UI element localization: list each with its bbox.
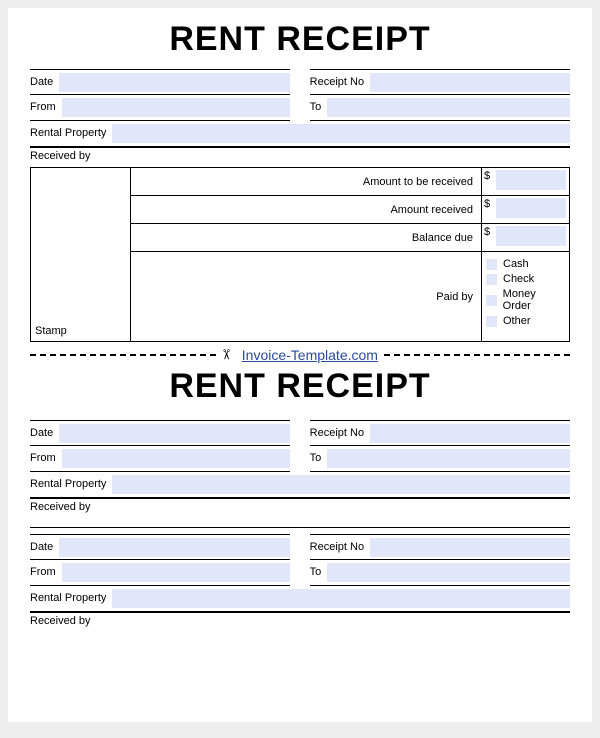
received-by-label-2b: Received by [30,612,570,633]
to-field[interactable]: To [310,95,570,121]
rental-property-input-2a[interactable] [112,475,570,494]
to-label-2a: To [310,446,328,470]
title-1: RENT RECEIPT [30,20,570,59]
balance-due-label: Balance due [131,224,482,252]
to-input[interactable] [327,98,570,117]
to-input-2a[interactable] [327,449,570,468]
from-input-2a[interactable] [62,449,291,468]
date-label-2b: Date [30,535,59,559]
balance-due-field[interactable]: $ [482,224,570,252]
date-input[interactable] [59,73,290,92]
receipt-no-field-2b[interactable]: Receipt No [310,534,570,560]
from-label-2a: From [30,446,62,470]
currency-3: $ [484,226,494,238]
date-input-2a[interactable] [59,424,290,443]
from-field-2a[interactable]: From [30,446,290,472]
amount-to-be-received-label: Amount to be received [131,168,482,196]
stamp-cell[interactable]: Stamp [31,168,131,342]
pay-check[interactable]: Check [486,273,565,285]
rental-property-field[interactable]: Rental Property [30,121,570,147]
rental-property-input[interactable] [112,124,570,143]
paid-by-options: Cash Check Money Order Other [482,252,570,342]
to-label-2b: To [310,560,328,584]
to-label: To [310,95,328,119]
received-by-label-2a: Received by [30,498,570,528]
rental-property-label-2a: Rental Property [30,472,112,496]
from-label-2b: From [30,560,62,584]
invoice-template-link[interactable]: Invoice-Template.com [236,347,384,363]
from-label: From [30,95,62,119]
stamp-label: Stamp [35,325,67,337]
scissors-icon: ✂ [217,345,234,365]
from-input[interactable] [62,98,291,117]
rental-property-label: Rental Property [30,121,112,145]
checkbox-icon[interactable] [486,295,497,306]
title-2: RENT RECEIPT [30,367,570,406]
date-label: Date [30,70,59,94]
received-by-label-1: Received by [30,147,570,168]
date-input-2b[interactable] [59,538,290,557]
amount-received-label: Amount received [131,196,482,224]
receipt-no-label-2b: Receipt No [310,535,370,559]
pay-money-order[interactable]: Money Order [486,288,565,312]
cut-line: ✂ Invoice-Template.com [30,346,570,363]
to-input-2b[interactable] [327,563,570,582]
pay-other[interactable]: Other [486,315,565,327]
checkbox-icon[interactable] [486,316,497,327]
amount-received-field[interactable]: $ [482,196,570,224]
rent-receipt-page: RENT RECEIPT Date Receipt No From To [8,8,592,722]
amounts-table: Stamp Amount to be received $ Amount rec… [30,167,570,342]
currency-2: $ [484,198,494,210]
date-field-2a[interactable]: Date [30,420,290,446]
receipt-no-input-2b[interactable] [370,538,570,557]
rental-property-field-2b[interactable]: Rental Property [30,586,570,612]
date-label-2a: Date [30,421,59,445]
from-input-2b[interactable] [62,563,291,582]
receipt-no-input-2a[interactable] [370,424,570,443]
rental-property-field-2a[interactable]: Rental Property [30,472,570,498]
pay-cash[interactable]: Cash [486,258,565,270]
receipt-no-label: Receipt No [310,70,370,94]
rental-property-input-2b[interactable] [112,589,570,608]
paid-by-label: Paid by [131,252,482,342]
to-field-2a[interactable]: To [310,446,570,472]
date-field[interactable]: Date [30,69,290,95]
receipt-no-label-2a: Receipt No [310,421,370,445]
currency-1: $ [484,170,494,182]
receipt-no-field-2a[interactable]: Receipt No [310,420,570,446]
checkbox-icon[interactable] [486,274,497,285]
from-field-2b[interactable]: From [30,560,290,586]
receipt-no-input[interactable] [370,73,570,92]
checkbox-icon[interactable] [486,259,497,270]
receipt-no-field[interactable]: Receipt No [310,69,570,95]
rental-property-label-2b: Rental Property [30,586,112,610]
from-field[interactable]: From [30,95,290,121]
amount-to-be-received-field[interactable]: $ [482,168,570,196]
to-field-2b[interactable]: To [310,560,570,586]
date-field-2b[interactable]: Date [30,534,290,560]
